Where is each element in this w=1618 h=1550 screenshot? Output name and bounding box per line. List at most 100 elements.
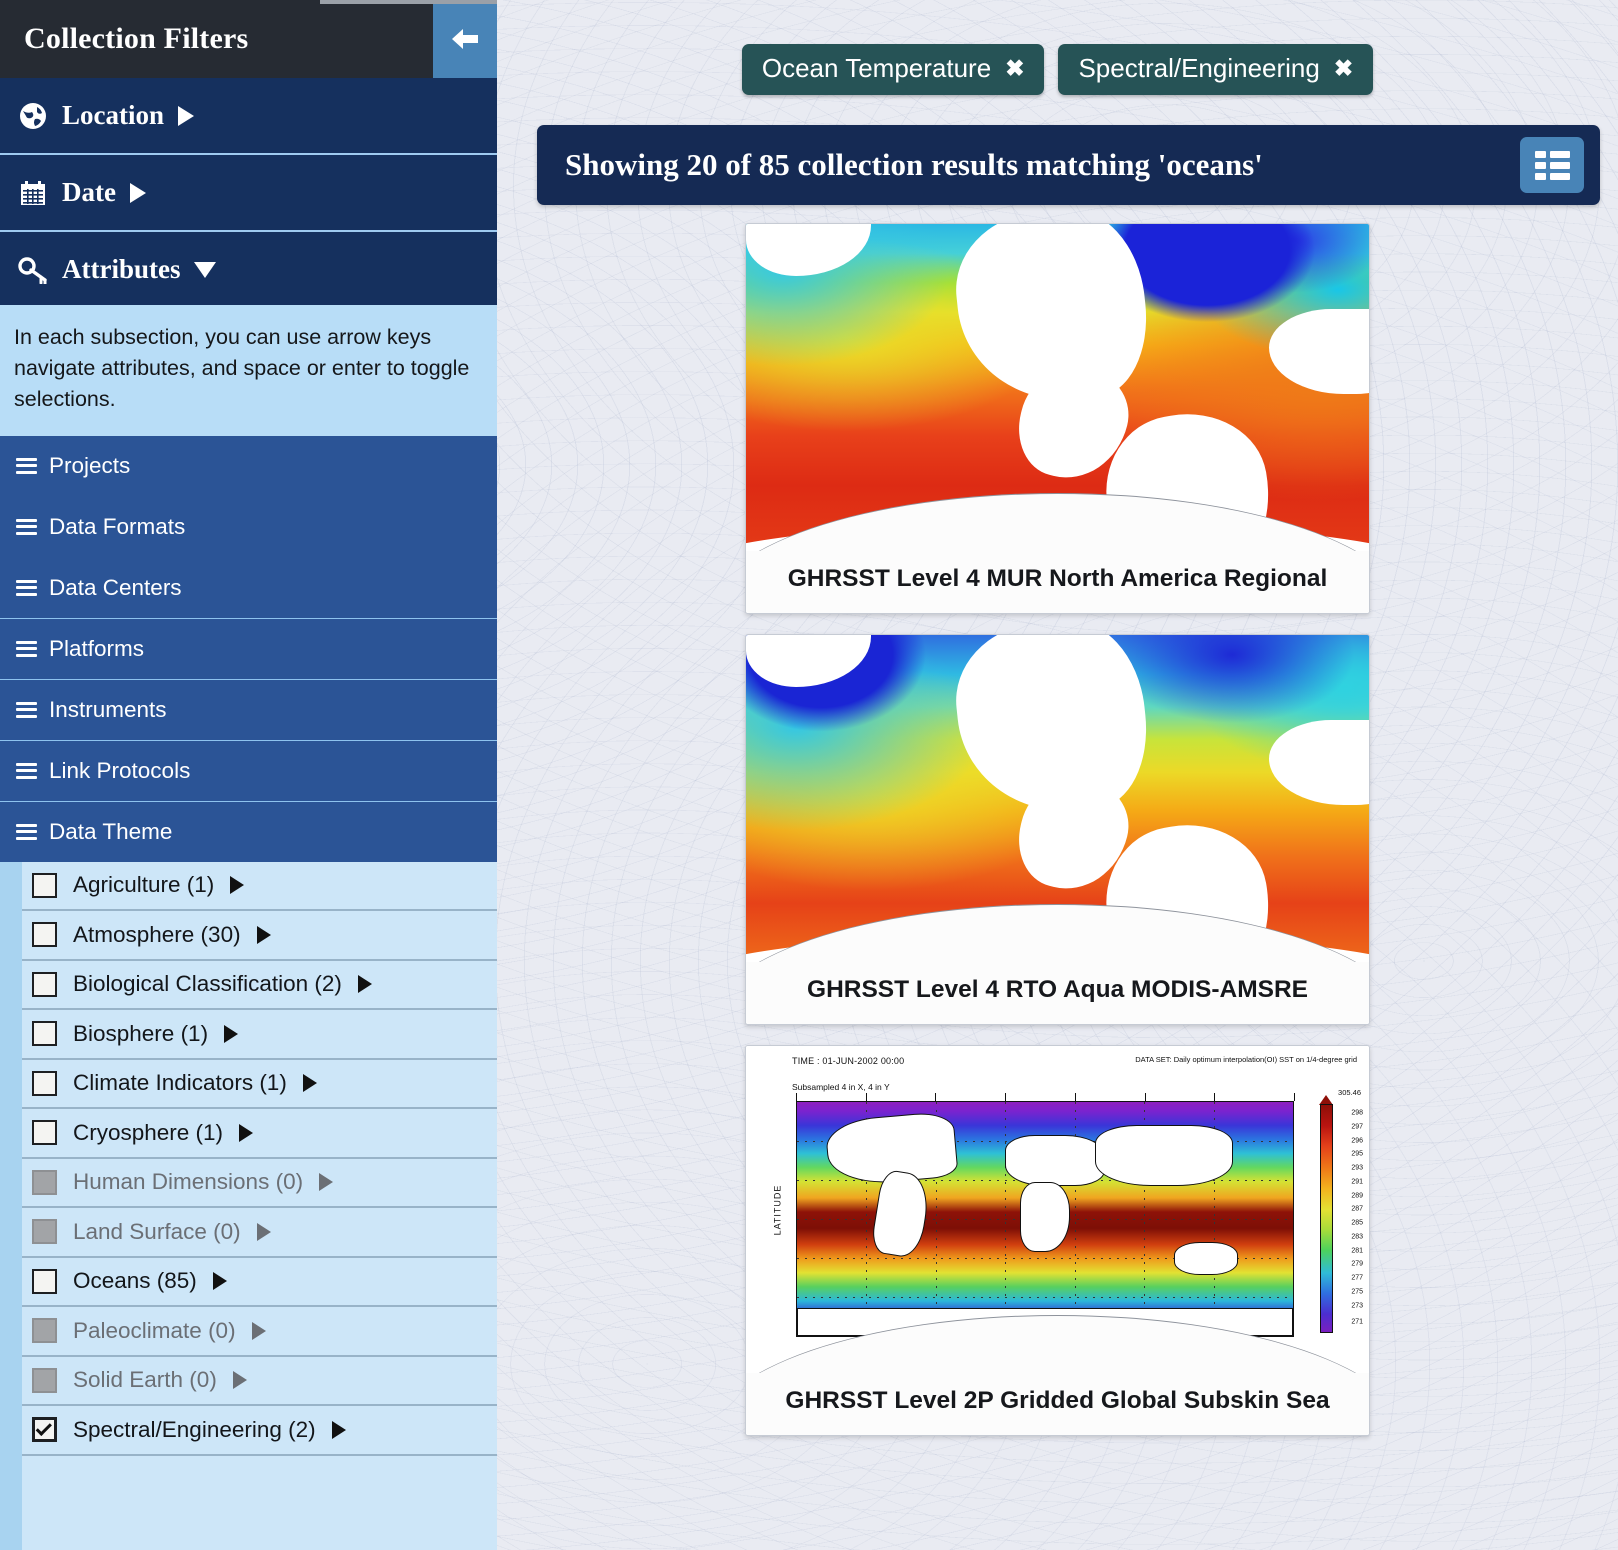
subsection-label: Data Theme (49, 818, 173, 844)
collection-card[interactable]: GHRSST Level 4 MUR North America Regiona… (745, 223, 1370, 614)
theme-option-label: Spectral/Engineering (2) (73, 1416, 316, 1442)
expand-triangle-icon[interactable] (331, 1420, 346, 1439)
landmass (746, 635, 871, 688)
list-left-strip (0, 861, 22, 1550)
key-icon (18, 255, 48, 285)
theme-option-biosphere[interactable]: Biosphere (1) (22, 1010, 497, 1060)
colorbar-tick: 271 (1351, 1318, 1363, 1326)
hamburger-icon (16, 579, 37, 596)
filter-pill-ocean-temperature[interactable]: Ocean Temperature ✖ (741, 44, 1045, 95)
subsection-data-formats[interactable]: Data Formats (0, 497, 497, 558)
colorbar-tick: 297 (1351, 1123, 1363, 1131)
header-accent-line (320, 0, 497, 4)
landmass (746, 224, 871, 277)
chart-title: TIME : 01-JUN-2002 00:00 (792, 1056, 905, 1066)
checkbox (32, 1169, 57, 1195)
collection-card-title: GHRSST Level 2P Gridded Global Subskin S… (746, 1373, 1369, 1435)
checkbox[interactable] (32, 1417, 57, 1443)
chart-subtitle: Subsampled 4 in X, 4 in Y (792, 1082, 890, 1092)
theme-option-label: Biological Classification (2) (73, 971, 342, 997)
subsection-instruments[interactable]: Instruments (0, 680, 497, 741)
subsection-label: Platforms (49, 635, 145, 661)
subsection-data-theme[interactable]: Data Theme (0, 802, 497, 862)
hamburger-icon (16, 762, 37, 779)
filter-pill-label: Spectral/Engineering (1078, 53, 1320, 83)
colorbar-tick: 283 (1351, 1233, 1363, 1241)
sidebar-section-attributes[interactable]: Attributes (0, 230, 497, 305)
theme-option-label: Oceans (85) (73, 1268, 197, 1294)
colorbar-tick: 277 (1351, 1274, 1363, 1282)
close-icon[interactable]: ✖ (1334, 55, 1353, 82)
hamburger-icon (16, 701, 37, 718)
collection-card[interactable]: GHRSST Level 4 RTO Aqua MODIS-AMSRE (745, 634, 1370, 1025)
attributes-help-text: In each subsection, you can use arrow ke… (0, 305, 497, 436)
theme-option-label: Land Surface (0) (73, 1218, 241, 1244)
sidebar-section-date[interactable]: Date (0, 153, 497, 230)
colorbar-tick: 275 (1351, 1288, 1363, 1296)
filter-pill-spectral-engineering[interactable]: Spectral/Engineering ✖ (1058, 44, 1374, 95)
results-summary-bar: Showing 20 of 85 collection results matc… (537, 125, 1600, 205)
collection-thumbnail (746, 224, 1369, 551)
subsection-label: Link Protocols (49, 757, 191, 783)
checkbox[interactable] (32, 1120, 57, 1146)
expand-triangle-icon[interactable] (212, 1272, 227, 1291)
continent (1094, 1125, 1234, 1187)
theme-option-climate-indicators[interactable]: Climate Indicators (1) (22, 1060, 497, 1110)
expand-triangle-icon (256, 1222, 271, 1241)
theme-option-agriculture[interactable]: Agriculture (1) (22, 862, 497, 912)
expand-triangle-icon[interactable] (230, 876, 245, 895)
theme-option-label: Climate Indicators (1) (73, 1070, 287, 1096)
chart-y-axis-label: LATITUDE (772, 1184, 783, 1235)
collection-card-title: GHRSST Level 4 MUR North America Regiona… (746, 551, 1369, 613)
expand-triangle-icon (232, 1371, 247, 1390)
checkbox[interactable] (32, 1070, 57, 1096)
checkbox[interactable] (32, 971, 57, 997)
checkbox[interactable] (32, 1268, 57, 1294)
colorbar-tick: 298 (1351, 1109, 1363, 1117)
checkbox (32, 1318, 57, 1344)
colorbar-tick: 296 (1351, 1137, 1363, 1145)
collection-card-title: GHRSST Level 4 RTO Aqua MODIS-AMSRE (746, 962, 1369, 1024)
expand-triangle-icon[interactable] (256, 925, 271, 944)
expand-triangle-icon (251, 1321, 266, 1340)
sidebar-collapse-button[interactable] (433, 0, 497, 78)
checkbox[interactable] (32, 922, 57, 948)
sidebar-header: Collection Filters (0, 0, 497, 78)
colorbar-tick: 291 (1351, 1178, 1363, 1186)
hamburger-icon (16, 457, 37, 474)
collection-card-list: GHRSST Level 4 MUR North America Regiona… (497, 205, 1618, 1436)
theme-option-label: Paleoclimate (0) (73, 1317, 236, 1343)
theme-option-solid-earth: Solid Earth (0) (22, 1357, 497, 1407)
colorbar-tick: 273 (1351, 1302, 1363, 1310)
continent (1005, 1134, 1105, 1187)
chevron-down-icon (194, 261, 217, 278)
checkbox[interactable] (32, 1021, 57, 1047)
list-view-icon (1534, 150, 1570, 180)
expand-triangle-icon[interactable] (239, 1123, 254, 1142)
subsection-projects[interactable]: Projects (0, 436, 497, 497)
sidebar-section-location[interactable]: Location (0, 78, 497, 153)
subsection-link-protocols[interactable]: Link Protocols (0, 741, 497, 802)
chevron-right-icon (129, 182, 146, 203)
theme-option-cryosphere[interactable]: Cryosphere (1) (22, 1109, 497, 1159)
collection-card[interactable]: TIME : 01-JUN-2002 00:00 Subsampled 4 in… (745, 1045, 1370, 1436)
expand-triangle-icon[interactable] (302, 1074, 317, 1093)
close-icon[interactable]: ✖ (1005, 55, 1024, 82)
checkbox (32, 1219, 57, 1245)
theme-option-atmosphere[interactable]: Atmosphere (30) (22, 911, 497, 961)
checkbox[interactable] (32, 872, 57, 898)
continent (870, 1168, 933, 1260)
active-filter-pills: Ocean Temperature ✖ Spectral/Engineering… (497, 0, 1618, 95)
theme-option-biological-classification[interactable]: Biological Classification (2) (22, 961, 497, 1011)
expand-triangle-icon[interactable] (224, 1024, 239, 1043)
theme-option-label: Agriculture (1) (73, 872, 215, 898)
subsection-data-centers[interactable]: Data Centers (0, 558, 497, 619)
theme-option-spectral-engineering[interactable]: Spectral/Engineering (2) (22, 1406, 497, 1456)
expand-triangle-icon[interactable] (357, 975, 372, 994)
data-theme-option-list: Agriculture (1) Atmosphere (30) Biologic… (0, 861, 497, 1550)
theme-option-oceans[interactable]: Oceans (85) (22, 1258, 497, 1308)
continent (1173, 1242, 1239, 1276)
view-toggle-button[interactable] (1520, 137, 1584, 193)
colorbar-tick: 293 (1351, 1164, 1363, 1172)
subsection-platforms[interactable]: Platforms (0, 619, 497, 680)
